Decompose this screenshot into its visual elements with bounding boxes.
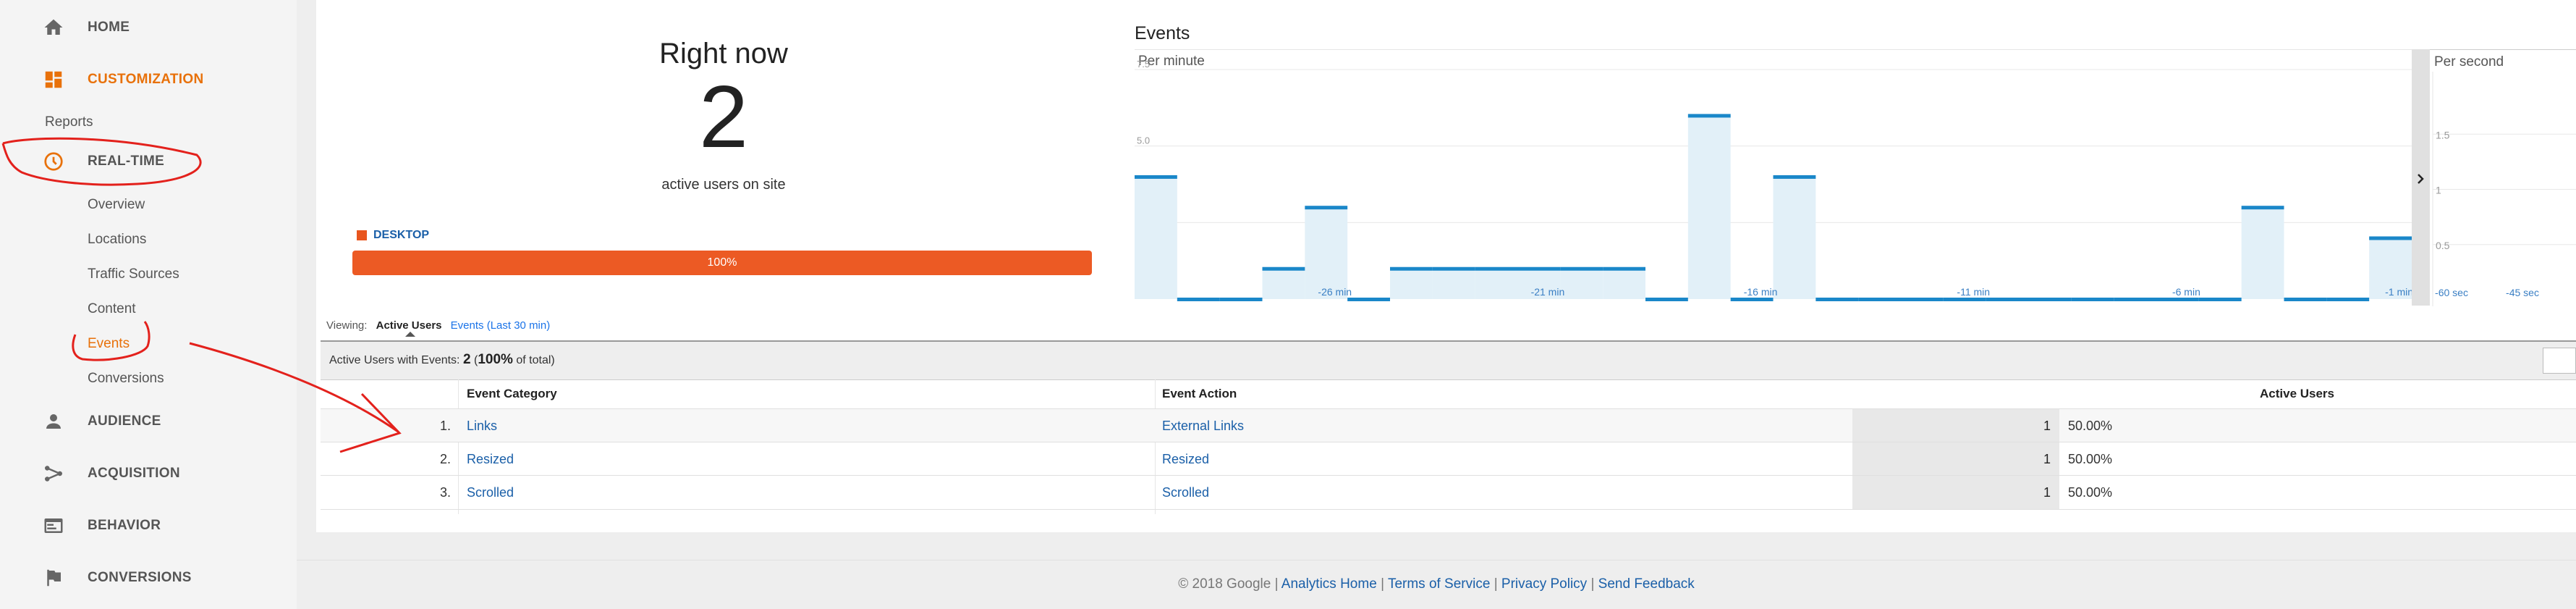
realtime-circle-annotation — [1, 137, 202, 186]
arrow-shaft-annotation — [189, 342, 399, 433]
red-annotation-overlay — [1, 137, 402, 453]
events-circle-annotation — [72, 321, 151, 361]
